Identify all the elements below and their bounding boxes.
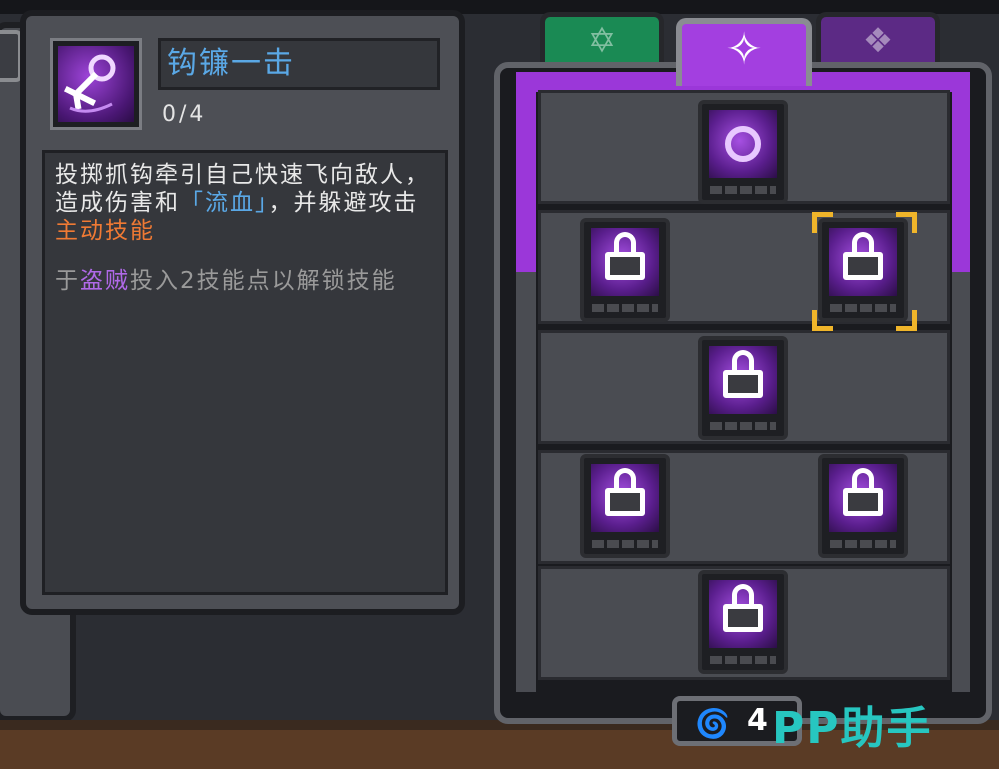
lock-icon <box>723 350 763 398</box>
bleed-keyword: 「流血」 <box>180 190 269 216</box>
description-text-end: ，并躲避攻击 <box>268 190 419 216</box>
tree-progress-right <box>952 72 970 272</box>
tab-diamond-selected[interactable]: ✧ <box>676 18 812 86</box>
level-pips <box>830 304 896 312</box>
level-pips <box>592 304 658 312</box>
diamond-compass-icon: ✧ <box>725 24 763 75</box>
skill-title: 钩镰一击 <box>158 38 440 90</box>
skill-node-selected[interactable] <box>818 218 908 322</box>
lock-icon <box>843 468 883 516</box>
skill-node-locked[interactable] <box>580 454 670 558</box>
skill-art <box>709 110 777 178</box>
requirement-prefix: 于 <box>55 268 80 294</box>
level-pips <box>710 656 776 664</box>
tree-track-left <box>516 272 536 692</box>
star-icon: ✡ <box>587 21 617 61</box>
background-tab-edge <box>0 30 22 82</box>
skill-description: 投掷抓钩牵引自己快速飞向敌人，造成伤害和「流血」，并躲避攻击 <box>55 161 435 217</box>
requirement-suffix: 投入2技能点以解锁技能 <box>130 268 397 294</box>
skill-type-label: 主动技能 <box>55 218 155 244</box>
swirl-icon: 🌀 <box>695 707 730 740</box>
skill-node-locked[interactable] <box>698 336 788 440</box>
emblem-icon: ❖ <box>862 21 894 61</box>
selection-corner <box>812 310 833 331</box>
selection-corner <box>896 310 917 331</box>
level-pips <box>830 540 896 548</box>
grapple-hook-icon <box>58 46 134 122</box>
skill-info-panel: 钩镰一击 0/4 投掷抓钩牵引自己快速飞向敌人，造成伤害和「流血」，并躲避攻击 … <box>20 10 465 615</box>
skill-node-locked[interactable] <box>580 218 670 322</box>
skill-icon-frame <box>50 38 142 130</box>
watermark: PP助手 <box>772 703 933 754</box>
skill-node-locked[interactable] <box>698 570 788 674</box>
lock-icon <box>843 232 883 280</box>
skill-level: 0/4 <box>162 102 207 127</box>
selection-corner <box>812 212 833 233</box>
skill-node-locked[interactable] <box>818 454 908 558</box>
level-pips <box>710 422 776 430</box>
tree-progress-left <box>516 72 536 272</box>
vortex-icon <box>725 126 761 162</box>
lock-icon <box>605 468 645 516</box>
selection-corner <box>896 212 917 233</box>
class-name: 盗贼 <box>80 268 130 294</box>
tree-track-right <box>952 272 970 692</box>
lock-icon <box>605 232 645 280</box>
skill-node-unlocked[interactable] <box>698 100 788 204</box>
level-pips <box>710 186 776 194</box>
skill-description-box: 投掷抓钩牵引自己快速飞向敌人，造成伤害和「流血」，并躲避攻击 主动技能 于盗贼投… <box>42 150 448 595</box>
unlock-requirement: 于盗贼投入2技能点以解锁技能 <box>55 267 435 295</box>
skill-points-value: 4 <box>747 703 768 738</box>
lock-icon <box>723 584 763 632</box>
level-pips <box>592 540 658 548</box>
